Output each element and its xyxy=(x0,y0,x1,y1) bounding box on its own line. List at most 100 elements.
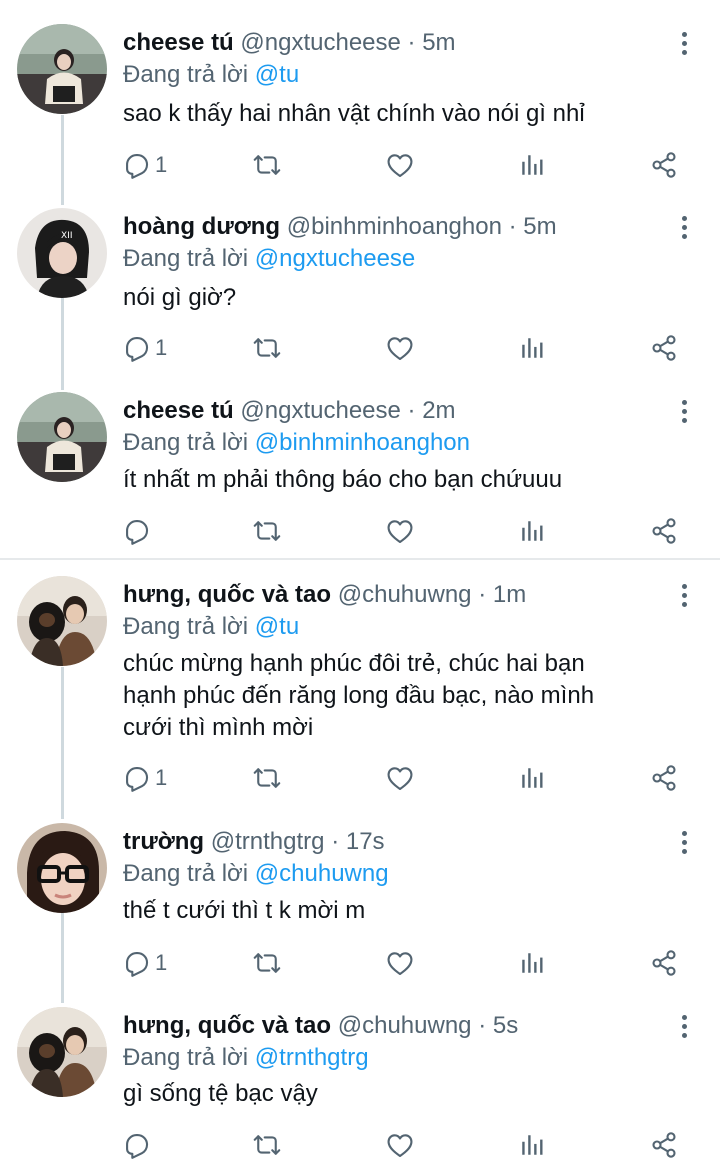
user-handle[interactable]: @chuhuwng xyxy=(338,1012,472,1039)
analytics-icon xyxy=(519,152,545,178)
like-button[interactable] xyxy=(386,516,414,546)
tweet-header: hưng, quốc và tao @chuhuwng · 5s xyxy=(123,1011,660,1041)
tweet[interactable]: hưng, quốc và tao @chuhuwng · 1m Đang tr… xyxy=(0,570,720,812)
user-handle[interactable]: @trnthgtrg xyxy=(211,828,325,855)
retweet-button[interactable] xyxy=(253,763,281,793)
retweet-button[interactable] xyxy=(253,333,281,363)
share-button[interactable] xyxy=(650,1130,678,1160)
display-name[interactable]: cheese tú xyxy=(123,29,234,56)
like-button[interactable] xyxy=(386,763,414,793)
tweet-text: ít nhất m phải thông báo cho bạn chứuuu xyxy=(123,466,563,493)
display-name[interactable]: hưng, quốc và tao xyxy=(123,1012,331,1039)
more-vertical-icon[interactable] xyxy=(682,1015,688,1041)
reply-icon xyxy=(123,764,151,792)
retweet-icon xyxy=(253,151,281,179)
user-handle[interactable]: @binhminhoanghon xyxy=(287,213,502,240)
retweet-button[interactable] xyxy=(253,1130,281,1160)
avatar[interactable] xyxy=(17,823,107,913)
reply-mention-link[interactable]: @chuhuwng xyxy=(255,860,389,887)
like-button[interactable] xyxy=(386,150,414,180)
tweet[interactable]: cheese tú @ngxtucheese · 5m Đang trả lời… xyxy=(0,18,720,200)
analytics-icon xyxy=(519,1132,545,1158)
reply-button[interactable] xyxy=(123,516,155,546)
reply-button[interactable]: 1 xyxy=(123,948,167,978)
like-button[interactable] xyxy=(386,333,414,363)
share-button[interactable] xyxy=(650,948,678,978)
like-button[interactable] xyxy=(386,948,414,978)
display-name[interactable]: trường xyxy=(123,828,204,855)
share-button[interactable] xyxy=(650,333,678,363)
share-icon xyxy=(650,151,678,179)
timestamp[interactable]: 5m xyxy=(422,29,455,56)
share-button[interactable] xyxy=(650,150,678,180)
timestamp[interactable]: 2m xyxy=(422,397,455,424)
avatar[interactable] xyxy=(17,24,107,114)
tweet-text: thế t cưới thì t k mời m xyxy=(123,897,366,924)
reply-icon xyxy=(123,517,151,545)
user-handle[interactable]: @ngxtucheese xyxy=(240,29,400,56)
avatar[interactable]: XII xyxy=(17,208,107,298)
views-button[interactable] xyxy=(519,333,545,363)
heart-icon xyxy=(386,949,414,977)
reply-mention-link[interactable]: @ngxtucheese xyxy=(255,245,415,272)
reply-icon xyxy=(123,1131,151,1159)
tweet-text-line: chúc mừng hạnh phúc đôi trẻ, chúc hai bạ… xyxy=(123,650,585,677)
views-button[interactable] xyxy=(519,1130,545,1160)
reply-mention-link[interactable]: @trnthgtrg xyxy=(255,1044,369,1071)
tweet-actions: 1 xyxy=(123,948,683,978)
views-button[interactable] xyxy=(519,150,545,180)
display-name[interactable]: cheese tú xyxy=(123,397,234,424)
retweet-button[interactable] xyxy=(253,150,281,180)
reply-mention-link[interactable]: @binhminhoanghon xyxy=(255,429,470,456)
reply-mention-link[interactable]: @tu xyxy=(255,613,299,640)
avatar[interactable] xyxy=(17,1007,107,1097)
reply-button[interactable]: 1 xyxy=(123,763,167,793)
user-handle[interactable]: @ngxtucheese xyxy=(240,397,400,424)
replying-to: Đang trả lời @tu xyxy=(123,612,299,642)
tweet-header: hoàng dương @binhminhoanghon · 5m xyxy=(123,212,660,242)
more-vertical-icon[interactable] xyxy=(682,400,688,426)
tweet-header: cheese tú @ngxtucheese · 5m xyxy=(123,28,660,58)
retweet-button[interactable] xyxy=(253,948,281,978)
reply-icon xyxy=(123,334,151,362)
more-vertical-icon[interactable] xyxy=(682,584,688,610)
like-button[interactable] xyxy=(386,1130,414,1160)
views-button[interactable] xyxy=(519,948,545,978)
more-vertical-icon[interactable] xyxy=(682,216,688,242)
tweet[interactable]: hưng, quốc và tao @chuhuwng · 5s Đang tr… xyxy=(0,1001,720,1175)
timestamp[interactable]: 17s xyxy=(346,828,385,855)
timestamp[interactable]: 5m xyxy=(523,213,556,240)
heart-icon xyxy=(386,764,414,792)
retweet-icon xyxy=(253,334,281,362)
tweet-actions xyxy=(123,516,683,546)
separator-dot: · xyxy=(478,1012,487,1039)
views-button[interactable] xyxy=(519,763,545,793)
reply-count: 1 xyxy=(155,765,168,790)
timestamp[interactable]: 1m xyxy=(493,581,526,608)
reply-button[interactable]: 1 xyxy=(123,150,167,180)
share-button[interactable] xyxy=(650,516,678,546)
more-vertical-icon[interactable] xyxy=(682,32,688,58)
display-name[interactable]: hoàng dương xyxy=(123,213,280,240)
retweet-button[interactable] xyxy=(253,516,281,546)
user-handle[interactable]: @chuhuwng xyxy=(338,581,472,608)
display-name[interactable]: hưng, quốc và tao xyxy=(123,581,331,608)
reply-mention-link[interactable]: @tu xyxy=(255,61,299,88)
separator-dot: · xyxy=(508,213,517,240)
reply-icon xyxy=(123,949,151,977)
tweet[interactable]: trường @trnthgtrg · 17s Đang trả lời @ch… xyxy=(0,817,720,999)
reply-button[interactable] xyxy=(123,1130,155,1160)
share-button[interactable] xyxy=(650,763,678,793)
views-button[interactable] xyxy=(519,516,545,546)
tweet[interactable]: XII hoàng dương @binhminhoanghon · 5m Đa… xyxy=(0,202,720,384)
replying-to-label: Đang trả lời xyxy=(123,429,249,456)
timestamp[interactable]: 5s xyxy=(493,1012,518,1039)
analytics-icon xyxy=(519,335,545,361)
avatar[interactable] xyxy=(17,576,107,666)
reply-button[interactable]: 1 xyxy=(123,333,167,363)
tweet[interactable]: cheese tú @ngxtucheese · 2m Đang trả lời… xyxy=(0,386,720,558)
more-vertical-icon[interactable] xyxy=(682,831,688,857)
avatar[interactable] xyxy=(17,392,107,482)
tweet-actions: 1 xyxy=(123,763,683,793)
reply-count: 1 xyxy=(155,152,168,177)
